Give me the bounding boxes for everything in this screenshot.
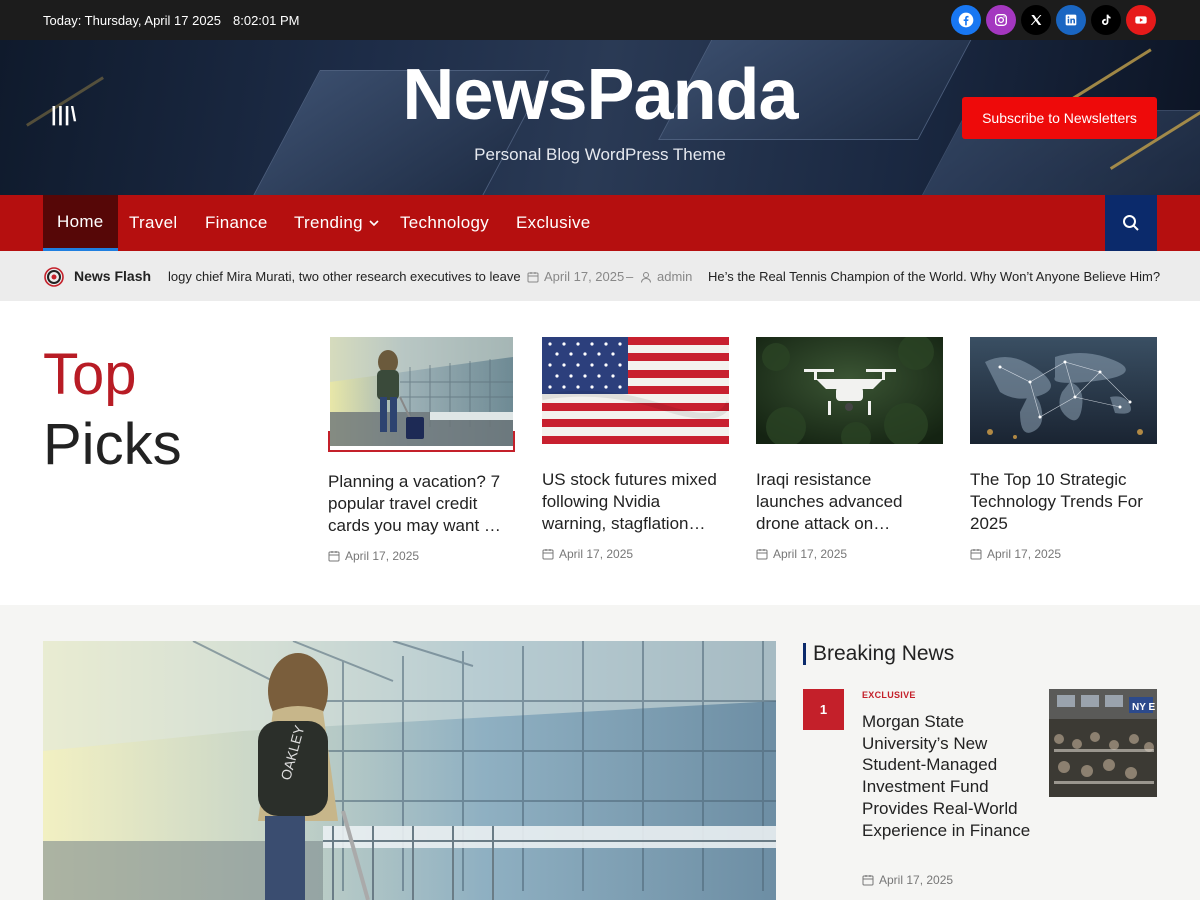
x-icon: [1030, 15, 1042, 25]
traveler-airport-image: OAKLEY: [43, 641, 776, 900]
breaking-news-rank: 1: [803, 689, 844, 730]
top-pick-date: April 17, 2025: [970, 547, 1157, 561]
top-pick-title[interactable]: Planning a vacation? 7 popular travel cr…: [328, 471, 515, 537]
top-pick-card: Iraqi resistance launches advanced drone…: [756, 334, 943, 561]
nav-item-trending-label: Trending: [294, 213, 363, 232]
top-pick-title[interactable]: The Top 10 Strategic Technology Trends F…: [970, 469, 1157, 535]
calendar-icon: [527, 271, 539, 282]
news-flash-bar: News Flash logy chief Mira Murati, two o…: [0, 251, 1200, 301]
top-pick-date-text: April 17, 2025: [345, 549, 420, 563]
nav-item-travel[interactable]: Travel: [115, 195, 191, 251]
main-navigation: Home Travel Finance Trending Technology …: [0, 195, 1200, 251]
nav-item-home[interactable]: Home: [43, 195, 118, 251]
subscribe-button[interactable]: Subscribe to Newsletters: [962, 97, 1157, 139]
nav-item-finance[interactable]: Finance: [191, 195, 282, 251]
top-pick-image[interactable]: [328, 337, 515, 452]
search-button[interactable]: [1105, 195, 1157, 251]
world-network-image: [970, 337, 1157, 444]
calendar-icon: [542, 549, 554, 560]
news-flash-item[interactable]: logy chief Mira Murati, two other resear…: [168, 269, 521, 284]
instagram-link[interactable]: [986, 5, 1016, 35]
stock-exchange-image: NY E: [1049, 689, 1157, 797]
top-pick-image[interactable]: [756, 334, 943, 452]
top-picks-heading-line1: Top: [43, 342, 137, 407]
top-pick-title[interactable]: Iraqi resistance launches advanced drone…: [756, 469, 943, 535]
tiktok-link[interactable]: [1091, 5, 1121, 35]
x-link[interactable]: [1021, 5, 1051, 35]
facebook-icon: [958, 12, 974, 28]
news-flash-date-text: April 17, 2025: [544, 269, 625, 284]
top-pick-date: April 17, 2025: [328, 549, 515, 563]
youtube-link[interactable]: [1126, 5, 1156, 35]
site-header: |||\ NewsPanda Personal Blog WordPress T…: [0, 40, 1200, 195]
news-flash-label: News Flash: [74, 268, 152, 284]
svg-text:NY E: NY E: [1132, 702, 1155, 713]
top-pick-card: US stock futures mixed following Nvidia …: [541, 337, 732, 561]
news-flash-separator: –: [626, 269, 634, 284]
calendar-icon: [970, 549, 982, 560]
drone-image: [756, 334, 943, 452]
top-pick-date-text: April 17, 2025: [559, 547, 634, 561]
us-flag-image: [541, 337, 732, 444]
search-icon: [1123, 215, 1139, 231]
top-pick-date: April 17, 2025: [542, 547, 729, 561]
current-time: 8:02:01 PM: [233, 13, 300, 28]
breaking-news-date-text: April 17, 2025: [879, 873, 954, 887]
news-flash-item[interactable]: He’s the Real Tennis Champion of the Wor…: [708, 269, 1160, 284]
top-pick-image[interactable]: [970, 337, 1157, 448]
breaking-news-title[interactable]: Morgan State University’s New Student-Ma…: [862, 711, 1037, 841]
travel-airport-image: [330, 337, 513, 446]
breaking-news-heading: Breaking News: [803, 643, 954, 665]
calendar-icon: [328, 551, 340, 562]
top-pick-date: April 17, 2025: [756, 547, 943, 561]
linkedin-link[interactable]: [1056, 5, 1086, 35]
instagram-icon: [995, 14, 1007, 26]
news-flash-date: April 17, 2025: [527, 269, 624, 284]
top-picks-heading: Top Picks: [43, 340, 182, 480]
tiktok-icon: [1102, 14, 1111, 25]
linkedin-icon: [1065, 14, 1077, 26]
calendar-icon: [862, 875, 874, 886]
nav-item-technology[interactable]: Technology: [386, 195, 503, 251]
top-pick-image[interactable]: [541, 337, 732, 448]
youtube-icon: [1135, 16, 1147, 24]
facebook-link[interactable]: [951, 5, 981, 35]
nav-item-exclusive[interactable]: Exclusive: [502, 195, 605, 251]
top-pick-card: Planning a vacation? 7 popular travel cr…: [328, 337, 515, 563]
top-pick-title[interactable]: US stock futures mixed following Nvidia …: [542, 469, 729, 535]
top-pick-date-text: April 17, 2025: [773, 547, 848, 561]
nav-item-trending[interactable]: Trending: [280, 195, 380, 251]
top-picks-heading-line2: Picks: [43, 412, 182, 477]
news-flash-author-name: admin: [657, 269, 693, 284]
calendar-icon: [756, 549, 768, 560]
user-icon: [641, 271, 651, 283]
breaking-news-category[interactable]: EXCLUSIVE: [862, 690, 916, 700]
breaking-news-date: April 17, 2025: [862, 873, 953, 887]
broadcast-icon: [44, 267, 64, 287]
top-pick-date-text: April 17, 2025: [987, 547, 1062, 561]
current-date: Today: Thursday, April 17 2025: [43, 13, 222, 28]
top-pick-card: The Top 10 Strategic Technology Trends F…: [970, 337, 1157, 561]
chevron-down-icon: [369, 220, 379, 227]
featured-post-image[interactable]: OAKLEY: [43, 641, 776, 900]
news-flash-author[interactable]: admin: [640, 269, 692, 284]
top-bar: Today: Thursday, April 17 2025 8:02:01 P…: [0, 0, 1200, 40]
site-tagline: Personal Blog WordPress Theme: [474, 145, 726, 164]
breaking-news-image[interactable]: NY E: [1049, 689, 1157, 797]
